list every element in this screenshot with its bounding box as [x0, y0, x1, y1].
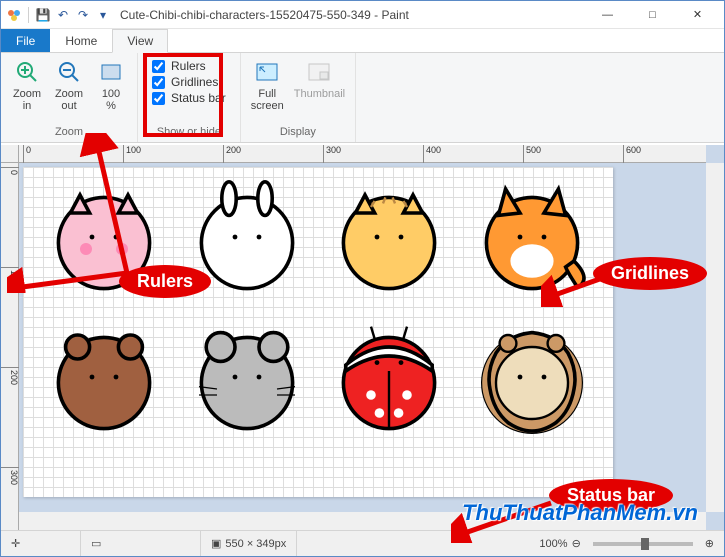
zoom-100-button[interactable]: 100% — [91, 55, 131, 115]
ruler-v-tick: 0 — [1, 167, 19, 175]
zoom-out-status-button[interactable]: ⊖ — [572, 537, 581, 550]
canvas[interactable] — [23, 167, 613, 497]
rulers-checkbox-input[interactable] — [152, 60, 165, 73]
zoom-slider[interactable] — [593, 542, 693, 546]
close-button[interactable]: ✕ — [675, 2, 720, 28]
ruler-v-tick: 300 — [1, 467, 19, 485]
zoom-100-icon — [97, 58, 125, 86]
ruler-h-tick: 100 — [123, 145, 141, 163]
full-screen-button[interactable]: Fullscreen — [247, 55, 288, 115]
save-icon[interactable]: 💾 — [34, 6, 52, 24]
rulers-checkbox-label: Rulers — [171, 59, 206, 73]
status-bar-checkbox[interactable]: Status bar — [152, 91, 226, 105]
zoom-out-label: Zoomout — [55, 88, 83, 112]
ribbon-group-show-hide: Rulers Gridlines Status bar Show or hide — [138, 53, 241, 142]
ruler-h-tick: 400 — [423, 145, 441, 163]
ruler-h-tick: 0 — [23, 145, 31, 163]
quick-access-toolbar: 💾 ↶ ↷ ▾ — [5, 6, 112, 24]
cursor-icon: ✛ — [11, 537, 20, 550]
rulers-checkbox[interactable]: Rulers — [152, 59, 226, 73]
gridlines-checkbox-label: Gridlines — [171, 75, 218, 89]
chibi-brown-bear — [44, 317, 164, 437]
gridlines-checkbox-input[interactable] — [152, 76, 165, 89]
chibi-orange-fox — [472, 177, 592, 297]
zoom-in-status-button[interactable]: ⊕ — [705, 537, 714, 550]
full-screen-icon — [253, 58, 281, 86]
redo-icon[interactable]: ↷ — [74, 6, 92, 24]
zoom-slider-thumb[interactable] — [641, 538, 649, 550]
canvas-viewport[interactable] — [19, 163, 706, 512]
ribbon-tabs: File Home View — [1, 29, 724, 53]
gridlines-checkbox[interactable]: Gridlines — [152, 75, 226, 89]
status-bar: ✛ ▭ ▣ 550 × 349px 100% ⊖ ⊕ — [1, 530, 724, 556]
window-title: Cute-Chibi-chibi-characters-15520475-550… — [112, 8, 585, 22]
ruler-h-tick: 300 — [323, 145, 341, 163]
thumbnail-icon — [305, 58, 333, 86]
undo-icon[interactable]: ↶ — [54, 6, 72, 24]
show-hide-group-label: Show or hide — [157, 126, 221, 140]
zoom-in-label: Zoomin — [13, 88, 41, 112]
canvas-size-icon: ▣ — [211, 537, 221, 550]
vertical-ruler: 0 100 200 300 — [1, 163, 19, 530]
qat-dropdown-icon[interactable]: ▾ — [94, 6, 112, 24]
ruler-h-tick: 600 — [623, 145, 641, 163]
vertical-scrollbar[interactable] — [706, 163, 724, 512]
window-controls: — □ ✕ — [585, 2, 720, 28]
chibi-white-bunny — [187, 177, 307, 297]
canvas-area: 0 100 200 300 400 500 600 0 100 200 300 — [1, 145, 724, 530]
tab-view[interactable]: View — [112, 29, 168, 53]
ribbon: Zoomin Zoomout 100% Zoom Rulers Gridline… — [1, 53, 724, 143]
zoom-in-icon — [13, 58, 41, 86]
zoom-out-icon — [55, 58, 83, 86]
ribbon-group-display: Fullscreen Thumbnail Display — [241, 53, 356, 142]
zoom-level-label: 100% — [539, 538, 567, 550]
status-bar-checkbox-input[interactable] — [152, 92, 165, 105]
chibi-tan-lion — [472, 317, 592, 437]
chibi-yellow-cat — [329, 177, 449, 297]
display-group-label: Display — [280, 126, 316, 140]
zoom-100-label: 100% — [102, 88, 120, 112]
ruler-corner — [1, 145, 19, 163]
chibi-gray-mouse — [187, 317, 307, 437]
ruler-h-tick: 500 — [523, 145, 541, 163]
horizontal-ruler: 0 100 200 300 400 500 600 — [19, 145, 706, 163]
ruler-v-tick: 100 — [1, 267, 19, 285]
ribbon-group-zoom: Zoomin Zoomout 100% Zoom — [1, 53, 138, 142]
chibi-pink-cat — [44, 177, 164, 297]
title-bar: 💾 ↶ ↷ ▾ Cute-Chibi-chibi-characters-1552… — [1, 1, 724, 29]
zoom-out-button[interactable]: Zoomout — [49, 55, 89, 115]
maximize-button[interactable]: □ — [630, 2, 675, 28]
zoom-in-button[interactable]: Zoomin — [7, 55, 47, 115]
tab-home[interactable]: Home — [50, 29, 112, 52]
minimize-button[interactable]: — — [585, 2, 630, 28]
status-selection-size: ▭ — [81, 531, 201, 556]
zoom-group-label: Zoom — [55, 126, 83, 140]
tab-file[interactable]: File — [1, 29, 50, 52]
chibi-red-ladybug — [329, 317, 449, 437]
horizontal-scrollbar[interactable] — [19, 512, 706, 530]
selection-icon: ▭ — [91, 537, 101, 550]
ruler-h-tick: 200 — [223, 145, 241, 163]
status-zoom: 100% ⊖ ⊕ — [529, 531, 724, 556]
thumbnail-label: Thumbnail — [294, 88, 345, 100]
status-cursor-position: ✛ — [1, 531, 81, 556]
full-screen-label: Fullscreen — [251, 88, 284, 112]
ruler-v-tick: 200 — [1, 367, 19, 385]
status-bar-checkbox-label: Status bar — [171, 91, 226, 105]
app-icon — [5, 6, 23, 24]
status-canvas-size: ▣ 550 × 349px — [201, 531, 297, 556]
thumbnail-button[interactable]: Thumbnail — [290, 55, 349, 103]
